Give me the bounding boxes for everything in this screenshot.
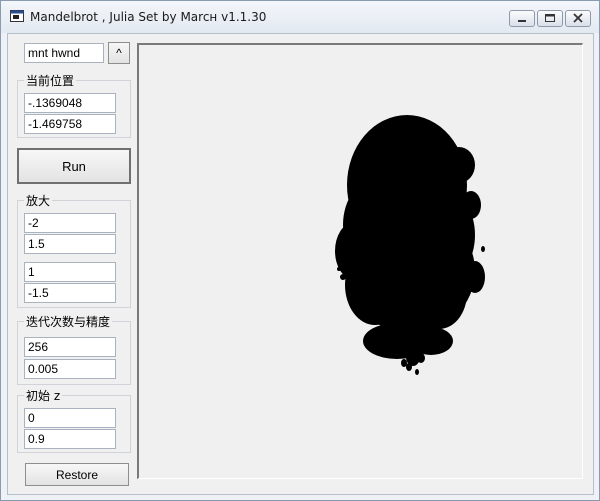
window-title: Mandelbrot , Julia Set by Marcн v1.1.30 xyxy=(30,10,267,24)
minimize-icon xyxy=(518,20,526,22)
precision-input[interactable]: 0.005 xyxy=(24,359,116,379)
title-bar[interactable]: Mandelbrot , Julia Set by Marcн v1.1.30 xyxy=(1,1,599,33)
app-window: Mandelbrot , Julia Set by Marcн v1.1.30 … xyxy=(0,0,600,501)
close-icon xyxy=(573,13,583,23)
client-area: mnt hwnd ^ 当前位置 -.1369048 -1.469758 Run … xyxy=(7,33,594,495)
zoom-c-input[interactable]: 1 xyxy=(24,262,116,282)
initial-z-real-input[interactable]: 0 xyxy=(24,408,116,428)
position-label: 当前位置 xyxy=(24,72,77,89)
run-button[interactable]: Run xyxy=(17,148,131,184)
close-button[interactable] xyxy=(565,10,591,27)
position-x-input[interactable]: -.1369048 xyxy=(24,93,116,113)
handle-button[interactable]: ^ xyxy=(108,42,130,64)
zoom-d-input[interactable]: -1.5 xyxy=(24,283,116,303)
iteration-label: 迭代次数与精度 xyxy=(24,313,113,330)
maximize-button[interactable] xyxy=(537,10,563,27)
app-window-icon xyxy=(10,10,24,22)
handle-input[interactable]: mnt hwnd xyxy=(24,43,104,63)
zoom-a-input[interactable]: -2 xyxy=(24,213,116,233)
zoom-label: 放大 xyxy=(24,192,53,209)
fractal-image xyxy=(335,115,485,375)
initial-z-imag-input[interactable]: 0.9 xyxy=(24,429,116,449)
zoom-b-input[interactable]: 1.5 xyxy=(24,234,116,254)
minimize-button[interactable] xyxy=(509,10,535,27)
position-y-input[interactable]: -1.469758 xyxy=(24,114,116,134)
iterations-input[interactable]: 256 xyxy=(24,337,116,357)
initial-z-label: 初始 z xyxy=(24,387,63,404)
restore-button[interactable]: Restore xyxy=(25,463,129,486)
fractal-canvas[interactable] xyxy=(137,43,583,479)
maximize-icon xyxy=(545,14,555,22)
